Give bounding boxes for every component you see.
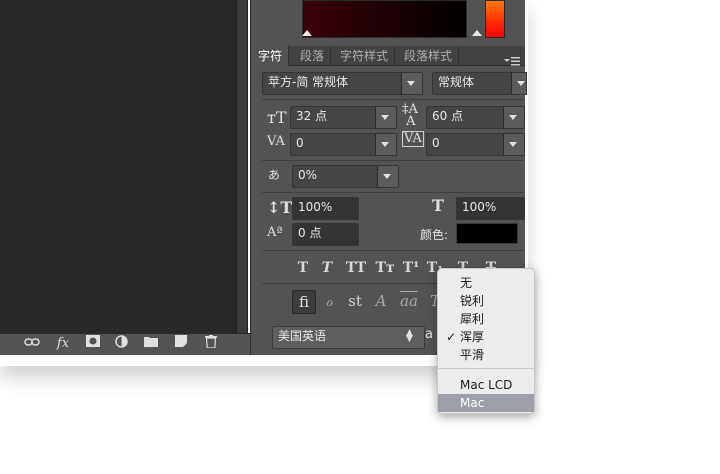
baseline-shift-field[interactable]: 0 点 (292, 223, 359, 246)
menu-item-sharp[interactable]: 锐利 (438, 292, 534, 310)
color-field[interactable] (302, 0, 467, 38)
faux-bold-button[interactable]: T (292, 258, 314, 278)
tab-character[interactable]: 字符 (252, 46, 290, 66)
baseline-shift-icon: Aª (267, 225, 283, 240)
tab-character-styles[interactable]: 字符样式 (334, 46, 396, 66)
language-select[interactable]: 美国英语 (272, 326, 425, 349)
hue-slider[interactable] (485, 0, 505, 38)
all-caps-button[interactable]: TT (342, 258, 370, 278)
vertical-scale-icon: ↕T (267, 198, 293, 217)
link-icon[interactable] (22, 335, 42, 353)
trash-icon[interactable] (202, 335, 220, 353)
leading-icon: ‡A A (402, 102, 418, 129)
font-size-dropdown[interactable] (375, 106, 397, 129)
antialias-menu: 无 锐利 犀利 ✓ 浑厚 平滑 Mac LCD Mac (437, 268, 535, 414)
menu-item-strong[interactable]: 浑厚 (438, 328, 534, 346)
discretionary-ligatures-button[interactable]: aa (398, 290, 420, 312)
font-size-field[interactable]: 32 点 (290, 106, 383, 129)
divider (262, 160, 524, 161)
tsume-dropdown[interactable] (377, 165, 399, 188)
menu-item-none[interactable]: 无 (438, 274, 534, 292)
horizontal-scale-icon: T (432, 196, 444, 215)
font-family-field[interactable]: 苹方-简 常规体 (262, 72, 409, 95)
old-style-button[interactable]: ℴ (318, 290, 340, 312)
tracking-dropdown[interactable] (503, 133, 525, 156)
kerning-dropdown[interactable] (375, 133, 397, 156)
stylistic-alternates-button[interactable]: st (344, 290, 366, 312)
tracking-icon: VA (402, 131, 424, 147)
font-size-icon: ᴛT (267, 108, 287, 127)
hue-marker-icon[interactable] (472, 30, 482, 36)
layers-panel-area (0, 0, 236, 333)
tsume-icon: あ (268, 168, 281, 182)
tab-paragraph[interactable]: 段落 (294, 46, 332, 66)
menu-item-smooth[interactable]: 平滑 (438, 346, 534, 364)
antialias-label: a (425, 327, 433, 342)
tracking-field[interactable]: 0 (426, 133, 511, 156)
small-caps-button[interactable]: Tт (372, 258, 398, 278)
tsume-field[interactable]: 0% (292, 165, 385, 188)
superscript-button[interactable]: T¹ (400, 258, 422, 278)
kerning-field[interactable]: 0 (290, 133, 383, 156)
font-style-dropdown[interactable] (511, 72, 527, 95)
adjustment-icon[interactable] (112, 335, 130, 353)
menu-item-mac-lcd[interactable]: Mac LCD (438, 376, 534, 394)
color-marker-icon[interactable] (302, 30, 312, 36)
menu-separator (438, 368, 534, 369)
mask-icon[interactable] (84, 335, 102, 353)
kerning-icon: VA (267, 134, 285, 149)
panel-tabs: 字符 段落 字符样式 段落样式 (252, 46, 525, 66)
leading-dropdown[interactable] (503, 106, 525, 129)
menu-item-crisp[interactable]: 犀利 (438, 310, 534, 328)
divider (262, 99, 524, 100)
panel-divider[interactable] (236, 0, 248, 333)
vertical-scale-field[interactable]: 100% (292, 197, 359, 220)
menu-item-mac[interactable]: Mac (438, 394, 534, 412)
new-layer-icon[interactable] (172, 335, 190, 353)
panel-menu-icon[interactable] (504, 51, 520, 66)
ligatures-button[interactable]: ﬁ (292, 290, 316, 314)
color-label: 颜色: (420, 228, 449, 242)
font-style-field[interactable]: 常规体 (432, 72, 521, 95)
swash-button[interactable]: A (370, 290, 392, 312)
divider (262, 250, 524, 251)
select-arrows-icon: ▲ ▼ (406, 328, 413, 344)
fx-icon[interactable]: fx (52, 335, 74, 353)
horizontal-scale-field[interactable]: 100% (456, 197, 525, 220)
divider (262, 192, 524, 193)
faux-italic-button[interactable]: T (316, 258, 338, 278)
folder-icon[interactable] (142, 335, 160, 353)
leading-field[interactable]: 60 点 (426, 106, 511, 129)
tab-paragraph-styles[interactable]: 段落样式 (398, 46, 460, 66)
text-color-swatch[interactable] (456, 223, 518, 244)
font-family-dropdown[interactable] (401, 72, 423, 95)
